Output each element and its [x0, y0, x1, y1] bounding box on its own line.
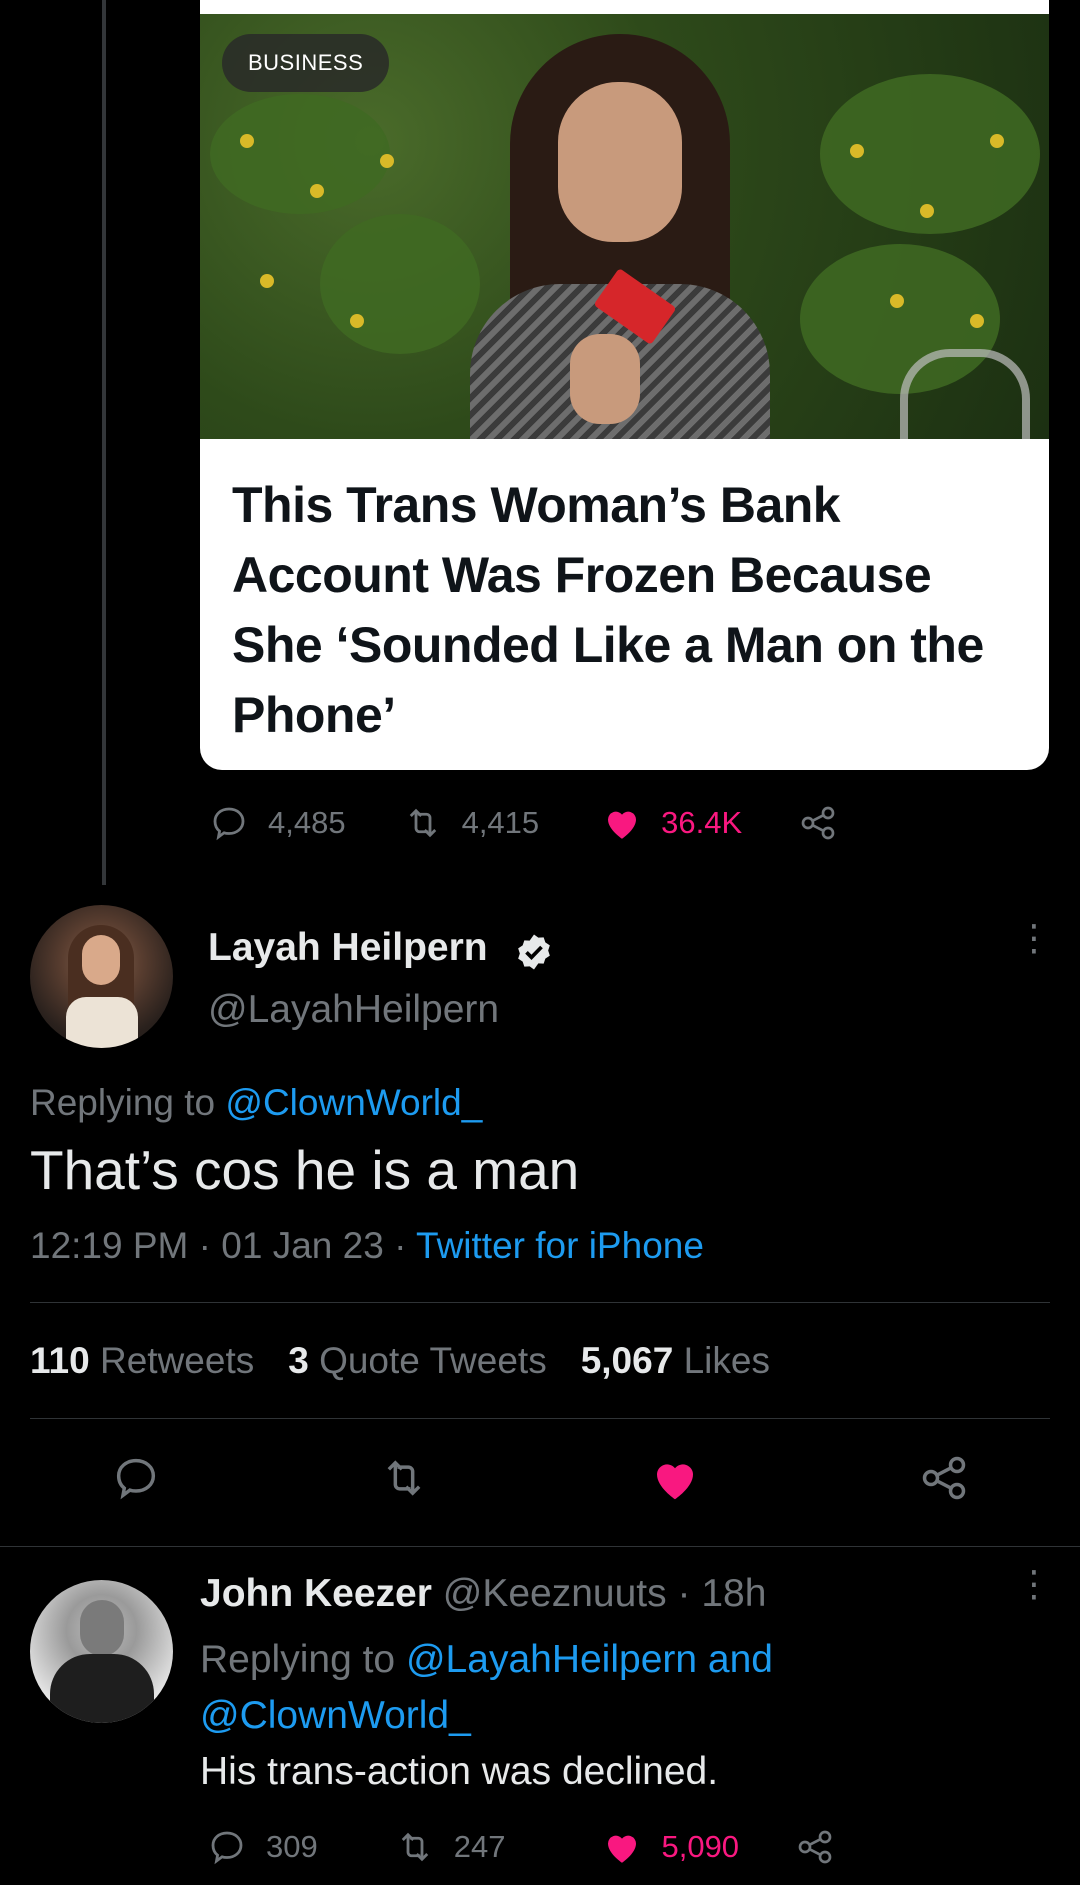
replying-mention[interactable]: @ClownWorld_: [225, 1082, 482, 1123]
retweets-stat[interactable]: 110 Retweets: [30, 1340, 254, 1382]
replying-prefix: Replying to: [200, 1638, 396, 1681]
divider: [30, 1418, 1050, 1419]
retweet-icon: [401, 1832, 428, 1862]
replying-to-line: Replying to @ClownWorld_: [30, 1082, 482, 1124]
person-figure: [450, 34, 790, 439]
card-top-edge: [200, 0, 1049, 14]
tweet-time[interactable]: 12:19 PM: [30, 1225, 188, 1266]
reply-text: His trans-action was declined.: [200, 1750, 719, 1793]
divider: [30, 1302, 1050, 1303]
reply-button[interactable]: [110, 1452, 162, 1509]
quotes-stat[interactable]: 3 Quote Tweets: [288, 1340, 546, 1382]
more-icon[interactable]: ⋮: [1016, 1566, 1052, 1602]
main-tweet-actions: [0, 1452, 1080, 1516]
heart-icon: [608, 811, 637, 839]
reply-author-name[interactable]: John Keezer: [200, 1572, 432, 1615]
tweet-thread-screen: This Trans Woman’s Bank Account Was Froz…: [0, 0, 1080, 1885]
heart-icon: [608, 1835, 637, 1863]
share-action[interactable]: [795, 1827, 835, 1867]
share-button[interactable]: [918, 1452, 970, 1509]
link-preview-card[interactable]: This Trans Woman’s Bank Account Was Froz…: [200, 0, 1049, 770]
replying-prefix: Replying to: [30, 1082, 216, 1123]
share-icon: [798, 1830, 832, 1864]
replying-and: and: [707, 1638, 773, 1681]
engagement-stats: 110 Retweets 3 Quote Tweets 5,067 Likes: [30, 1340, 770, 1382]
reply-icon: [211, 1831, 243, 1865]
original-tweet-actions: 4,485 4,415 36.4K: [208, 802, 838, 844]
like-action[interactable]: 36.4K: [601, 802, 742, 844]
reply-count: 4,485: [268, 805, 346, 840]
like-count: 36.4K: [661, 805, 743, 840]
reply-action[interactable]: 309: [206, 1826, 318, 1868]
retweet-button[interactable]: [378, 1452, 430, 1509]
tweet-date[interactable]: 01 Jan 23: [221, 1225, 384, 1266]
retweet-icon: [409, 808, 436, 838]
tweet-source[interactable]: Twitter for iPhone: [416, 1225, 704, 1266]
likes-stat[interactable]: 5,067 Likes: [581, 1340, 770, 1382]
retweet-action[interactable]: 247: [394, 1826, 506, 1868]
heart-icon: [657, 1464, 693, 1500]
reply-icon: [116, 1458, 156, 1500]
thread-connector-line: [102, 0, 106, 885]
divider: [0, 1546, 1080, 1547]
share-icon: [922, 1456, 966, 1500]
retweet-count: 247: [453, 1829, 506, 1864]
verified-badge-icon: [518, 934, 550, 970]
reply-age[interactable]: 18h: [701, 1572, 766, 1615]
share-action[interactable]: [798, 803, 838, 843]
like-button[interactable]: [648, 1452, 702, 1511]
share-icon: [801, 806, 835, 840]
reply-avatar[interactable]: [30, 1580, 173, 1723]
tweet-text: That’s cos he is a man: [30, 1139, 580, 1201]
reply-tweet-actions: 309 247 5,090: [206, 1826, 835, 1868]
category-badge: BUSINESS: [222, 34, 390, 92]
like-count: 5,090: [661, 1829, 740, 1864]
reply-replying-to: Replying to @LayahHeilpern and @ClownWor…: [200, 1632, 1020, 1744]
reply-header: John Keezer @Keeznuuts · 18h: [200, 1572, 767, 1615]
replying-mention-1[interactable]: @LayahHeilpern: [406, 1638, 697, 1681]
more-icon[interactable]: ⋮: [1016, 920, 1052, 956]
like-action[interactable]: 5,090: [601, 1826, 739, 1868]
author-handle[interactable]: @LayahHeilpern: [208, 988, 499, 1032]
tweet-meta: 12:19 PM · 01 Jan 23 · Twitter for iPhon…: [30, 1225, 704, 1266]
card-headline[interactable]: This Trans Woman’s Bank Account Was Froz…: [232, 470, 1032, 750]
reply-count: 309: [266, 1829, 318, 1864]
retweet-count: 4,415: [461, 805, 540, 840]
avatar[interactable]: [30, 905, 173, 1048]
replying-mention-2[interactable]: @ClownWorld_: [200, 1694, 471, 1737]
reply-icon: [213, 807, 245, 841]
reply-author-handle[interactable]: @Keeznuuts: [443, 1572, 667, 1615]
chair-shape: [900, 349, 1030, 439]
retweet-icon: [387, 1460, 421, 1496]
author-name[interactable]: Layah Heilpern: [208, 926, 488, 970]
retweet-action[interactable]: 4,415: [402, 802, 540, 844]
reply-action[interactable]: 4,485: [208, 802, 346, 844]
